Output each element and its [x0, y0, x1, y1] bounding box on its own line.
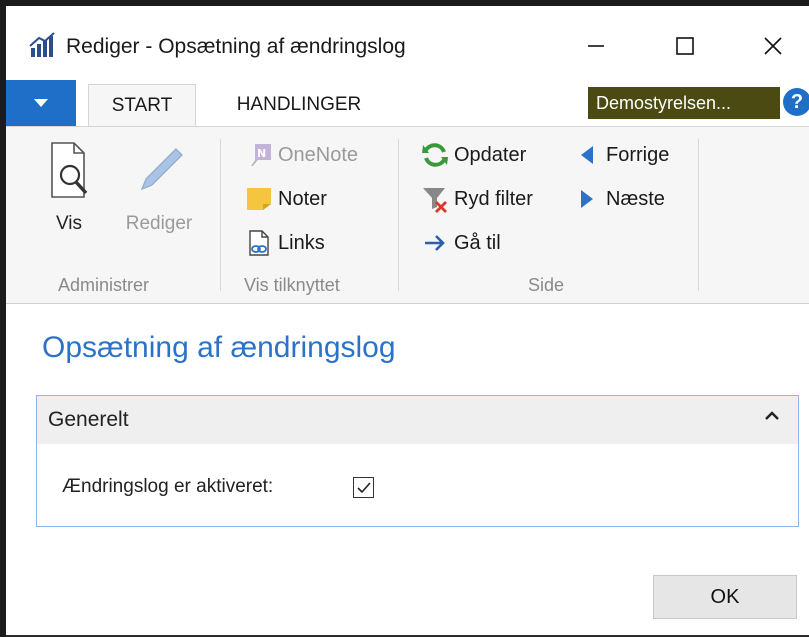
- clear-filter-icon: [420, 184, 450, 214]
- page-title: Opsætning af ændringslog: [42, 331, 396, 364]
- ribbon-separator: [220, 139, 221, 291]
- chart-app-icon: [29, 32, 55, 58]
- close-icon: [764, 37, 782, 55]
- group-label-show-attached: Vis tilknyttet: [244, 275, 340, 295]
- chevron-up-icon[interactable]: [762, 406, 782, 426]
- help-icon[interactable]: ?: [783, 88, 809, 116]
- window-title: Rediger - Opsætning af ændringslog: [66, 35, 406, 58]
- edit-button[interactable]: Rediger: [114, 139, 204, 239]
- ribbon-separator: [398, 139, 399, 291]
- ribbon-separator: [698, 139, 699, 291]
- link-document-icon: [244, 228, 274, 258]
- ribbon-tab-bar: START HANDLINGER Demostyrelsen... ?: [6, 76, 809, 126]
- clear-filter-label: Ryd filter: [454, 187, 533, 210]
- clear-filter-button[interactable]: Ryd filter: [420, 183, 533, 215]
- go-to-label: Gå til: [454, 231, 501, 254]
- refresh-label: Opdater: [454, 143, 527, 166]
- triangle-left-icon: [572, 140, 602, 170]
- dropdown-arrow-icon: [34, 99, 48, 107]
- onenote-label: OneNote: [278, 143, 359, 166]
- ribbon: Vis Rediger Administrer N OneNote Noter …: [6, 126, 809, 304]
- previous-label: Forrige: [606, 143, 670, 166]
- links-button[interactable]: Links: [244, 227, 325, 259]
- next-label: Næste: [606, 187, 665, 210]
- dialog-window: Rediger - Opsætning af ændringslog START…: [6, 6, 809, 637]
- next-button[interactable]: Næste: [572, 183, 665, 215]
- view-button[interactable]: Vis: [38, 139, 100, 239]
- refresh-icon: [420, 140, 450, 170]
- minimize-button[interactable]: [572, 26, 620, 66]
- maximize-button[interactable]: [661, 26, 709, 66]
- note-icon: [244, 184, 274, 214]
- change-log-enabled-label: Ændringslog er aktiveret:: [62, 476, 274, 497]
- change-log-enabled-checkbox[interactable]: [353, 477, 374, 498]
- svg-text:N: N: [257, 147, 266, 160]
- close-button[interactable]: [749, 26, 797, 66]
- notes-label: Noter: [278, 187, 327, 210]
- title-bar: Rediger - Opsætning af ændringslog: [6, 6, 809, 76]
- fasttab-title: Generelt: [48, 408, 129, 431]
- minimize-icon: [588, 45, 604, 47]
- previous-button[interactable]: Forrige: [572, 139, 669, 171]
- maximize-icon: [676, 37, 694, 55]
- tab-actions[interactable]: HANDLINGER: [213, 84, 385, 126]
- edit-button-label: Rediger: [125, 213, 193, 234]
- company-name-badge[interactable]: Demostyrelsen...: [588, 87, 780, 119]
- view-button-label: Vis: [55, 213, 83, 234]
- fasttab-general: Generelt Ændringslog er aktiveret:: [36, 395, 799, 527]
- notes-button[interactable]: Noter: [244, 183, 327, 215]
- tab-start[interactable]: START: [88, 84, 196, 126]
- onenote-button[interactable]: N OneNote: [244, 139, 358, 171]
- group-label-manage: Administrer: [58, 275, 150, 295]
- group-label-page: Side: [528, 275, 565, 295]
- arrow-right-icon: [420, 228, 450, 258]
- view-document-icon: [51, 142, 88, 198]
- refresh-button[interactable]: Opdater: [420, 139, 526, 171]
- checkmark-icon: [356, 481, 371, 493]
- links-label: Links: [278, 231, 325, 254]
- application-menu-button[interactable]: [6, 80, 76, 126]
- go-to-button[interactable]: Gå til: [420, 227, 501, 259]
- fasttab-header[interactable]: Generelt: [37, 396, 798, 444]
- ok-button[interactable]: OK: [653, 575, 797, 619]
- triangle-right-icon: [572, 184, 602, 214]
- edit-pencil-icon: [140, 148, 183, 191]
- onenote-icon: N: [244, 140, 274, 170]
